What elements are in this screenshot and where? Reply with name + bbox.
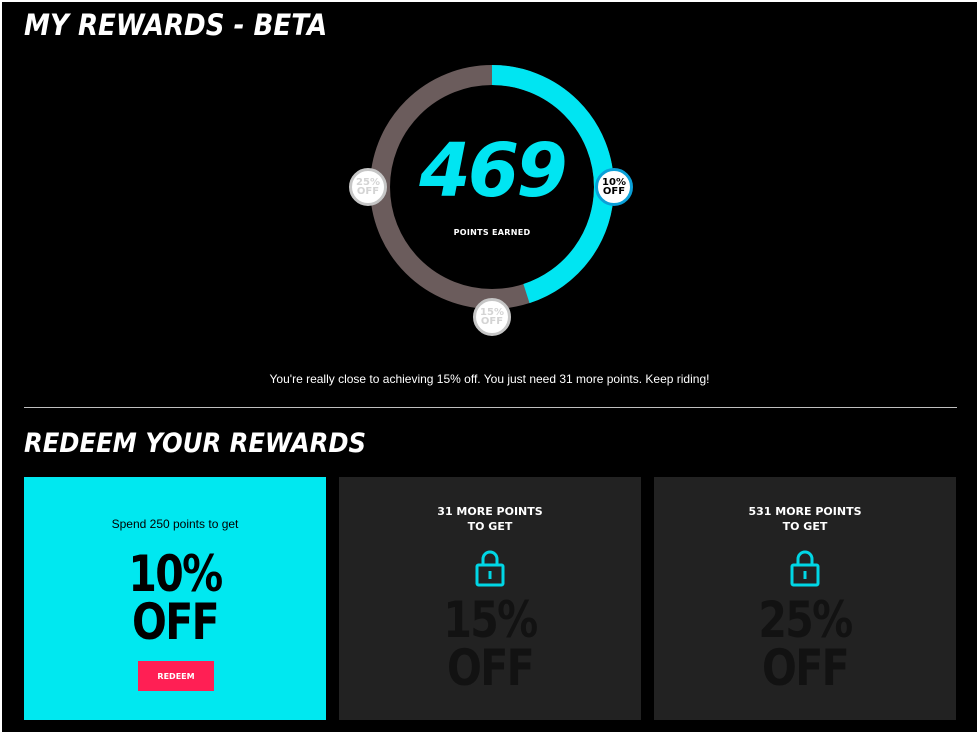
lock-icon — [475, 550, 505, 587]
reward-percent: 10% — [128, 545, 223, 603]
reward-card-15-off: 31 MORE POINTS TO GET 15% OFF — [339, 477, 641, 720]
points-progress-ring: 469 POINTS EARNED 10% OFF 15% OFF 25% OF… — [332, 62, 652, 342]
milestone-15-off: 15% OFF — [473, 298, 511, 336]
points-label: POINTS EARNED — [453, 228, 531, 237]
milestone-25-off: 25% OFF — [349, 168, 387, 206]
reward-percent: 25% — [758, 591, 853, 649]
progress-message: You're really close to achieving 15% off… — [269, 372, 710, 386]
to-get-line: TO GET — [782, 519, 828, 533]
reward-off: OFF — [762, 639, 850, 697]
points-needed-text: 31 MORE POINTS TO GET — [339, 505, 641, 535]
milestone-off: OFF — [602, 186, 626, 197]
redeem-section-title: REDEEM YOUR REWARDS — [24, 428, 367, 459]
rewards-screen: MY REWARDS - BETA 469 POINTS EARNED 10% … — [2, 2, 977, 732]
to-get-line: TO GET — [467, 519, 513, 533]
reward-percent: 15% — [443, 591, 538, 649]
card-caption: Spend 250 points to get — [111, 517, 239, 531]
redeem-button[interactable]: REDEEM — [138, 661, 214, 691]
points-needed-line: 531 MORE POINTS — [748, 505, 862, 518]
points-needed-line: 31 MORE POINTS — [437, 505, 543, 518]
section-divider — [24, 407, 957, 408]
reward-off: OFF — [132, 593, 220, 651]
lock-icon — [790, 550, 820, 587]
reward-off: OFF — [447, 639, 535, 697]
milestone-off: OFF — [356, 186, 380, 197]
milestone-off: OFF — [480, 316, 504, 327]
page-title: MY REWARDS - BETA — [24, 8, 328, 42]
reward-card-10-off: Spend 250 points to get 10% OFF REDEEM — [24, 477, 326, 720]
points-needed-text: 531 MORE POINTS TO GET — [654, 505, 956, 535]
milestone-10-off: 10% OFF — [595, 168, 633, 206]
reward-card-25-off: 531 MORE POINTS TO GET 25% OFF — [654, 477, 956, 720]
points-value: 469 — [419, 128, 567, 214]
